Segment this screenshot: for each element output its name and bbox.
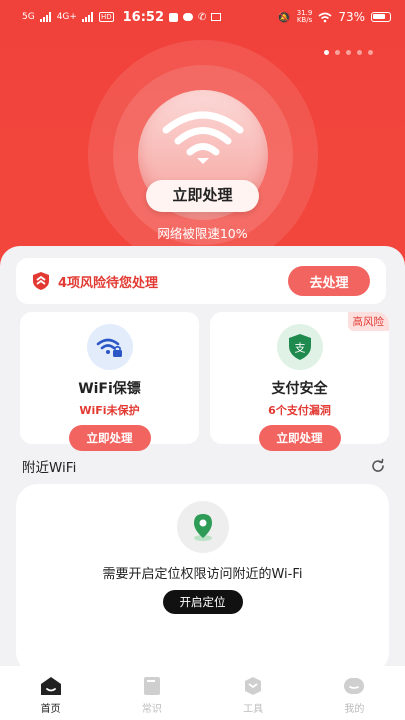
status-left: 5G 4G+ HD 16:52 ✆	[22, 9, 222, 25]
card-status: 6个支付漏洞	[268, 404, 331, 417]
pay-glyph: 支	[294, 342, 305, 355]
location-permission-message: 需要开启定位权限访问附近的Wi-Fi	[102, 567, 303, 582]
mute-icon: 🔕	[277, 10, 291, 24]
call-icon: ✆	[198, 11, 207, 23]
pager-dot[interactable]	[324, 50, 329, 55]
payment-shield-icon-wrap: 支	[276, 324, 323, 370]
hero-process-button[interactable]: 立即处理	[146, 180, 259, 212]
battery-percent: 73%	[338, 10, 365, 24]
net-speed: 31.9 KB/s	[297, 10, 313, 24]
cube-tools-icon	[245, 677, 262, 695]
payment-process-button[interactable]: 立即处理	[258, 425, 341, 451]
shield-alert-icon	[33, 272, 49, 290]
tab-label: 常识	[141, 704, 162, 715]
nearby-wifi-card: 需要开启定位权限访问附近的Wi-Fi 开启定位	[16, 484, 389, 674]
nearby-wifi-header: 附近WiFi	[22, 456, 386, 476]
payment-security-card[interactable]: 高风险 支 支付安全 6个支付漏洞 立即处理	[210, 312, 389, 451]
signal-4g-label: 4G+	[56, 12, 77, 22]
signal-5g-label: 5G	[22, 12, 35, 22]
tab-label: 首页	[40, 704, 61, 715]
tab-label: 我的	[344, 704, 365, 715]
location-notify-icon	[169, 12, 178, 22]
signal-bars-icon	[39, 12, 51, 22]
pager-dot[interactable]	[335, 50, 340, 55]
message-icon	[183, 13, 193, 21]
risk-count-text: 4项风险待您处理	[58, 275, 159, 291]
wifi-lock-icon-wrap	[86, 324, 133, 370]
status-right: 🔕 31.9 KB/s 73%	[277, 10, 391, 24]
wifi-lock-icon	[96, 338, 122, 357]
risk-banner: 4项风险待您处理 去处理	[16, 258, 386, 304]
status-bar: 5G 4G+ HD 16:52 ✆ 🔕 31.9 KB/s 73%	[0, 0, 405, 34]
wifi-large-icon	[162, 111, 243, 164]
go-process-button[interactable]: 去处理	[288, 266, 370, 296]
nearby-wifi-title: 附近WiFi	[22, 460, 77, 476]
wifi-guard-card[interactable]: WiFi保镖 WiFi未保护 立即处理	[20, 312, 199, 451]
tab-mine[interactable]: 我的	[304, 666, 405, 720]
location-pin-icon	[193, 514, 212, 541]
carousel-pager	[324, 50, 373, 55]
wifi-status-icon	[318, 12, 332, 22]
speed-limit-status: 网络被限速10%	[157, 226, 248, 241]
bottom-tab-bar: 首页 常识 工具 我的	[0, 666, 405, 720]
enable-location-button[interactable]: 开启定位	[162, 590, 243, 614]
image-icon	[211, 13, 222, 21]
home-icon	[40, 677, 61, 695]
book-icon	[143, 677, 160, 695]
card-title: 支付安全	[271, 381, 328, 397]
card-title: WiFi保镖	[78, 381, 141, 397]
refresh-icon[interactable]	[370, 458, 386, 474]
status-time: 16:52	[122, 9, 164, 25]
net-speed-unit: KB/s	[296, 16, 313, 24]
pager-dot[interactable]	[357, 50, 362, 55]
tab-label: 工具	[243, 704, 264, 715]
profile-icon	[344, 678, 365, 694]
card-status: WiFi未保护	[79, 404, 140, 417]
tab-home[interactable]: 首页	[0, 666, 101, 720]
signal-bars-icon	[81, 12, 93, 22]
pager-dot[interactable]	[346, 50, 351, 55]
pager-dot[interactable]	[368, 50, 373, 55]
hd-badge: HD	[98, 12, 114, 22]
high-risk-badge: 高风险	[347, 312, 389, 331]
tab-tools[interactable]: 工具	[203, 666, 304, 720]
wifi-guard-process-button[interactable]: 立即处理	[68, 425, 151, 451]
location-pin-icon-wrap	[176, 501, 229, 553]
payment-shield-icon: 支	[288, 334, 311, 360]
battery-icon	[371, 12, 391, 22]
tab-knowledge[interactable]: 常识	[101, 666, 202, 720]
